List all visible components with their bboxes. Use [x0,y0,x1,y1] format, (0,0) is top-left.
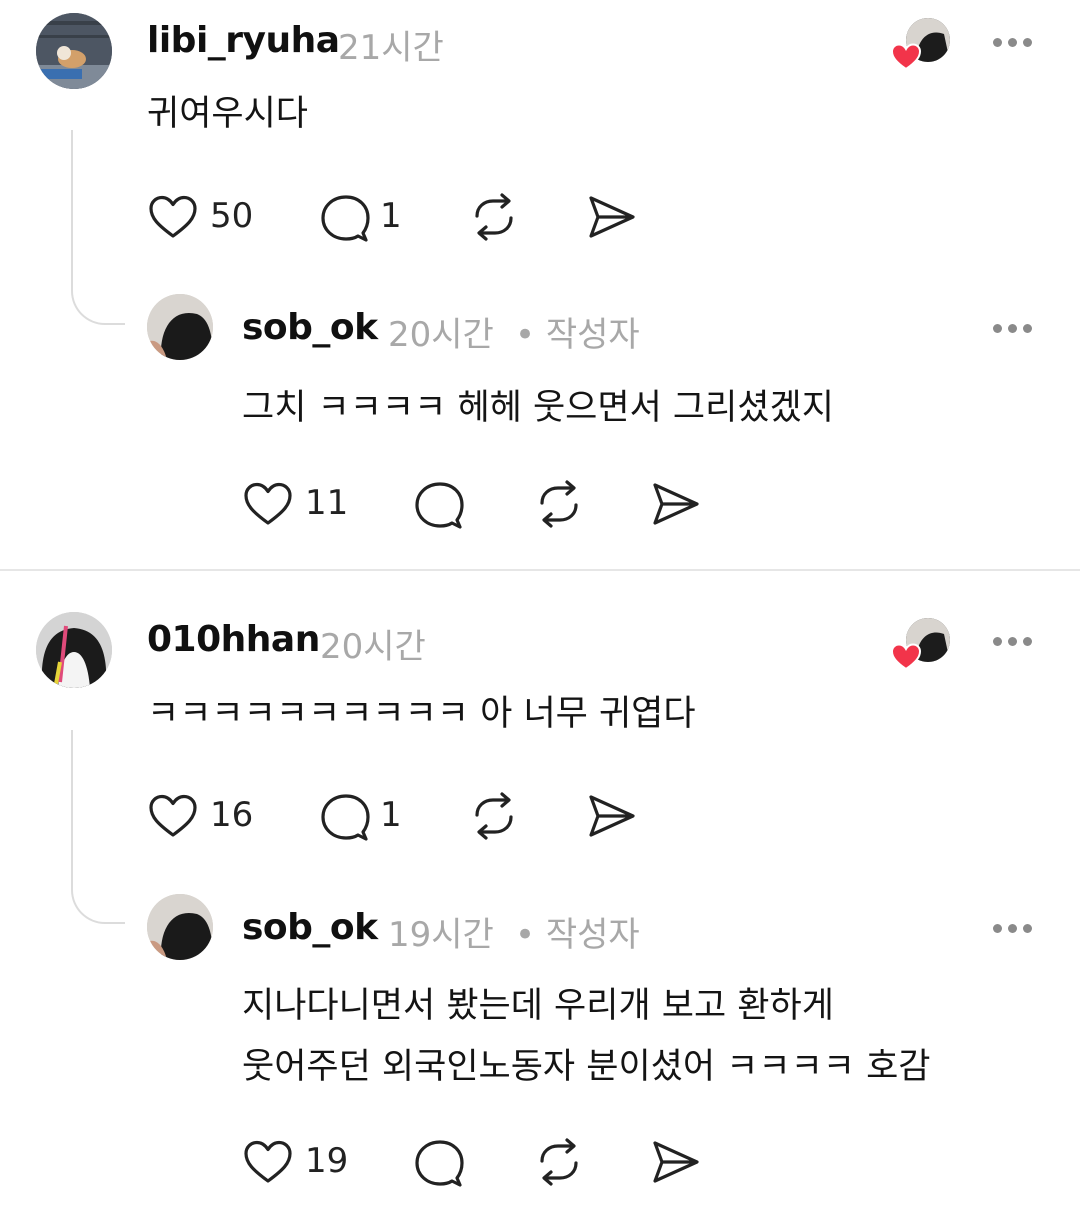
repost-arrows-icon[interactable] [533,479,585,529]
comment-timestamp: 21시간 [338,28,444,68]
heart-outline-icon[interactable] [243,1139,293,1185]
reply-username[interactable]: sob_ok [242,907,378,948]
reply-count: 1 [380,795,402,835]
more-dots-icon[interactable] [993,324,1033,334]
cat-photo-avatar-image [36,13,112,89]
more-dots-icon[interactable] [993,924,1033,934]
avatar[interactable] [147,894,213,960]
comment-bubble-icon[interactable] [412,1138,464,1188]
like-count: 11 [305,483,349,523]
comment-text: 귀여우시다 [147,94,309,134]
reply-text-line: 웃어주던 외국인노동자 분이셨어 ㅋㅋㅋㅋ 호감 [242,1047,931,1087]
like-count: 16 [210,795,254,835]
reply-text-line: 그치 ㅋㅋㅋㅋ 헤헤 웃으면서 그리셨겠지 [242,388,834,428]
reply-count: 1 [380,196,402,236]
comment-username[interactable]: libi_ryuha [147,20,340,61]
like-count: 50 [210,196,254,236]
like-count: 19 [305,1141,349,1181]
send-paper-plane-icon[interactable] [650,479,702,529]
send-paper-plane-icon[interactable] [650,1137,702,1187]
cat-photo-avatar-image [36,612,112,688]
avatar[interactable] [36,612,112,688]
more-dots-icon[interactable] [993,637,1033,647]
comment-text: ㅋㅋㅋㅋㅋㅋㅋㅋㅋㅋ 아 너무 귀엽다 [147,694,696,734]
thread-line [71,130,73,230]
thread-connector [71,228,125,325]
send-paper-plane-icon[interactable] [586,791,638,841]
repost-arrows-icon[interactable] [468,192,520,242]
thread-connector [71,828,125,924]
comment-bubble-icon[interactable] [318,792,370,842]
dog-photo-avatar-image [147,894,213,960]
heart-outline-icon[interactable] [148,194,198,240]
comment-timestamp: 20시간 [320,627,426,667]
avatar[interactable] [147,294,213,360]
send-paper-plane-icon[interactable] [586,192,638,242]
repost-arrows-icon[interactable] [533,1137,585,1187]
reply-timestamp: 20시간 [388,315,494,355]
reply-text-line: 지나다니면서 봤는데 우리개 보고 환하게 [242,986,834,1026]
heart-outline-icon[interactable] [148,793,198,839]
author-badge: • 작성자 [515,315,640,355]
comment-divider [0,569,1080,571]
comment-username[interactable]: 010hhan [147,619,320,660]
avatar[interactable] [36,13,112,89]
author-badge: • 작성자 [515,915,640,955]
reply-timestamp: 19시간 [388,915,494,955]
heart-outline-icon[interactable] [243,481,293,527]
thread-line [71,730,73,830]
comment-bubble-icon[interactable] [318,193,370,243]
repost-arrows-icon[interactable] [468,791,520,841]
reply-username[interactable]: sob_ok [242,307,378,348]
comment-bubble-icon[interactable] [412,480,464,530]
red-heart-icon [891,643,921,671]
dog-photo-avatar-image [147,294,213,360]
red-heart-icon [891,43,921,71]
more-dots-icon[interactable] [993,38,1033,48]
